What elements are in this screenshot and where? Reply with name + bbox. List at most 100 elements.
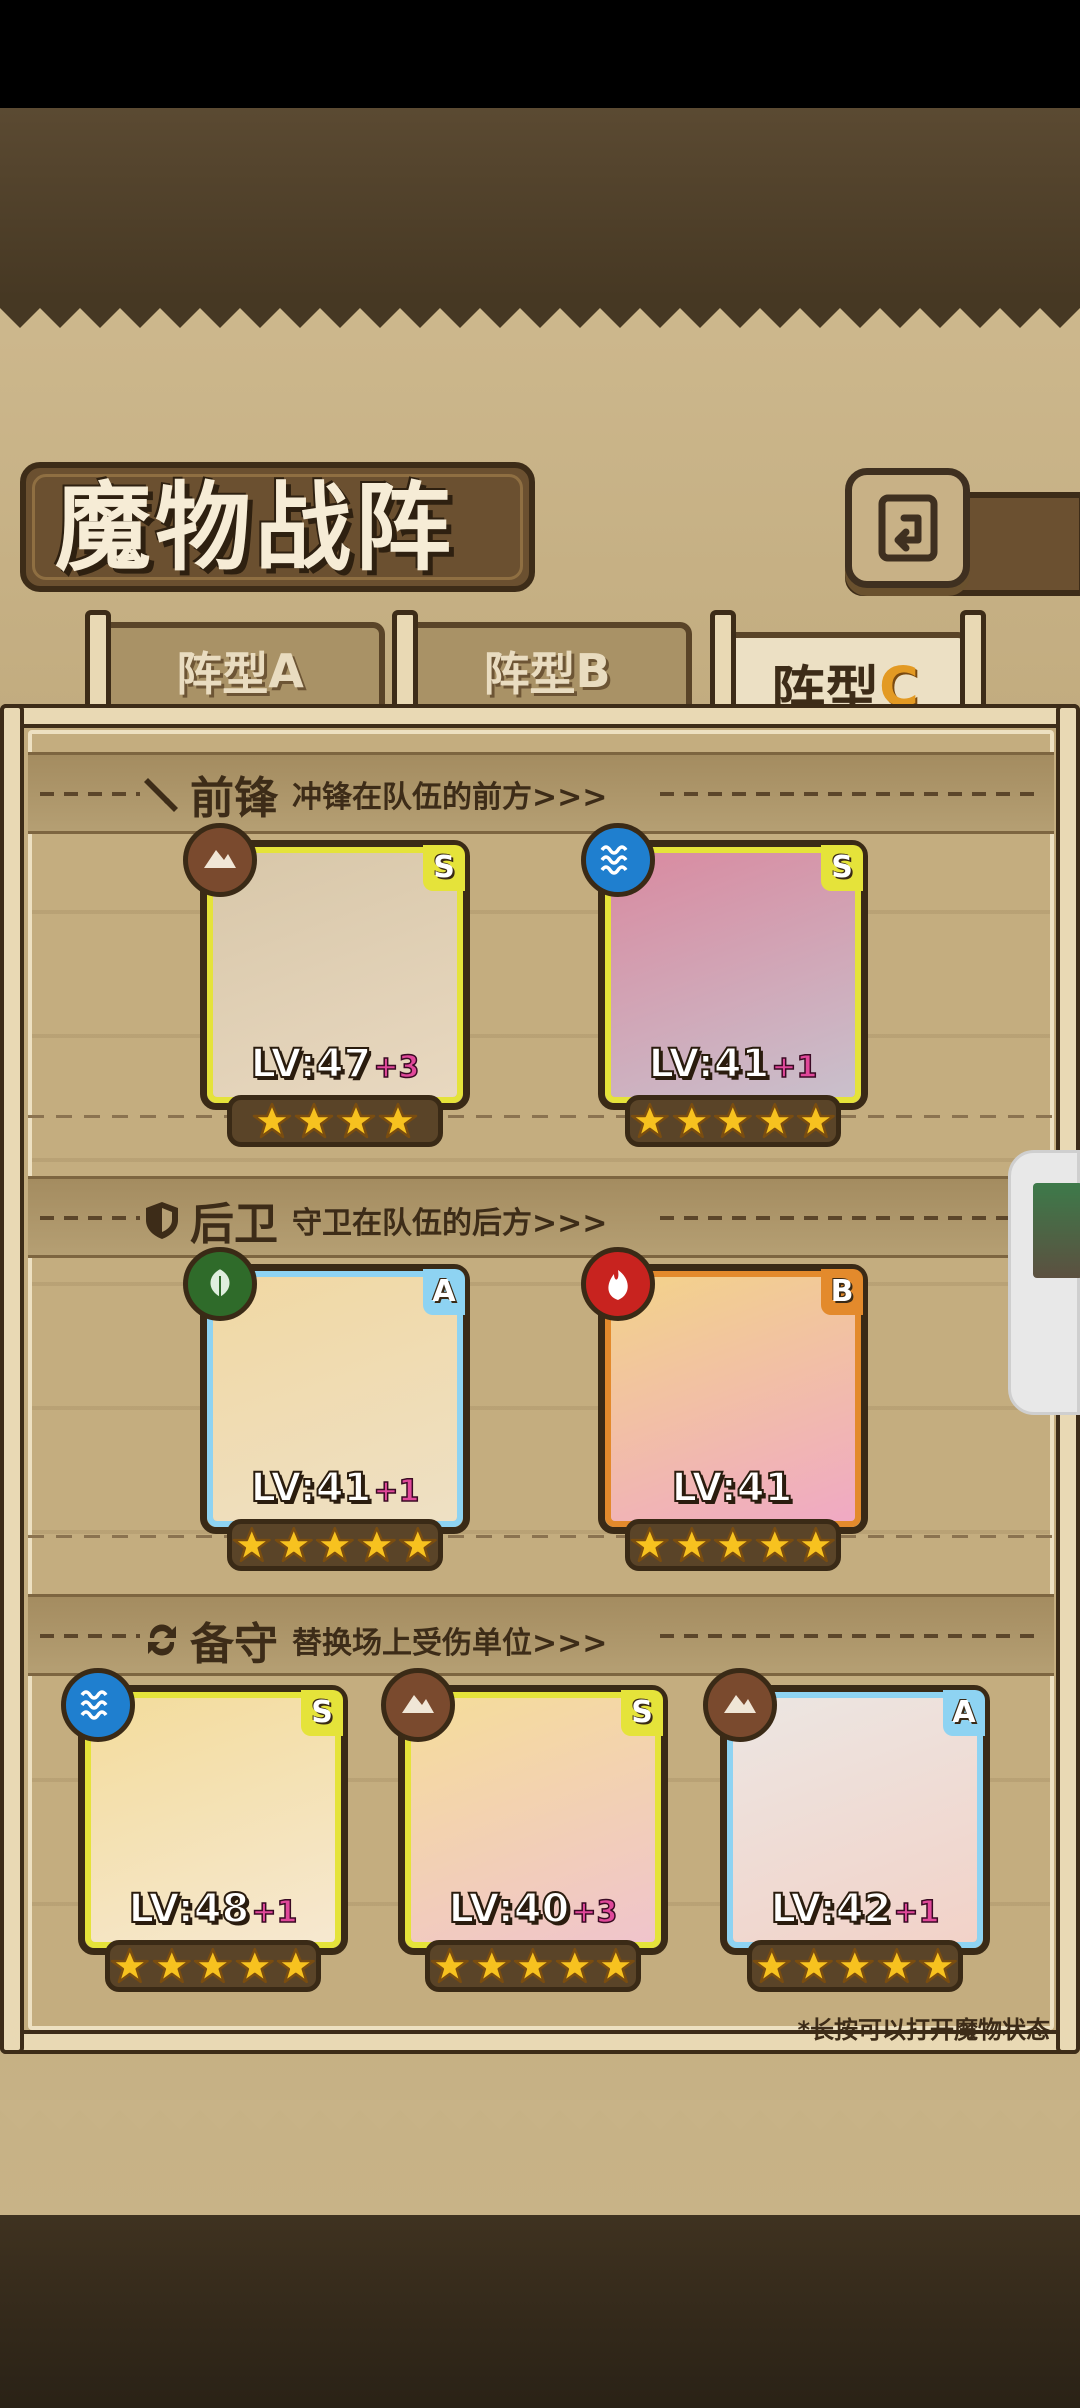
level-text: LV:41 — [250, 1464, 373, 1512]
frame-rail-top — [0, 704, 1080, 728]
star-icon — [555, 1947, 594, 1984]
star-icon — [713, 1102, 753, 1139]
level-bonus: +3 — [571, 1894, 619, 1931]
level-text: LV:41 — [648, 1040, 771, 1088]
star-icon — [755, 1102, 794, 1139]
star-rating — [425, 1940, 641, 1992]
grade-badge: A — [943, 1690, 985, 1736]
star-rating — [625, 1095, 841, 1147]
star-icon — [252, 1102, 292, 1139]
level-label: LV:42+1 — [733, 1885, 977, 1933]
star-icon — [357, 1526, 396, 1563]
earth-element-icon — [381, 1668, 455, 1742]
star-icon — [277, 1947, 316, 1984]
shield-icon — [146, 1202, 178, 1239]
level-bonus: +1 — [251, 1894, 299, 1931]
section-desc: 替换场上受伤单位>>> — [292, 1626, 608, 1661]
section-name: 后卫 — [190, 1199, 278, 1250]
section-dash — [660, 1216, 1040, 1220]
grade-badge: A — [423, 1269, 465, 1315]
tab-formation-b[interactable]: 阵型 B — [402, 622, 692, 714]
star-rating — [747, 1940, 963, 1992]
star-icon — [672, 1102, 711, 1139]
star-icon — [430, 1947, 469, 1984]
fire-element-icon — [581, 1247, 655, 1321]
level-text: LV:47 — [250, 1040, 373, 1088]
star-icon — [877, 1947, 916, 1984]
status-bar — [0, 0, 1080, 108]
level-text: LV:40 — [448, 1885, 571, 1933]
section-name: 前锋 — [190, 773, 278, 824]
monster-card-reserve-1[interactable]: LV:48+1 S — [61, 1668, 348, 1992]
level-bonus: +3 — [373, 1049, 421, 1086]
star-icon — [110, 1947, 149, 1984]
water-element-icon — [61, 1668, 135, 1742]
earth-element-icon — [703, 1668, 777, 1742]
monster-card-front-1[interactable]: LV:47+3 S — [183, 823, 470, 1147]
star-icon — [752, 1947, 791, 1984]
monster-card-rear-2[interactable]: LV:41 B — [581, 1247, 868, 1571]
monster-card-reserve-2[interactable]: LV:40+3 S — [381, 1668, 668, 1992]
monster-card-reserve-3[interactable]: LV:42+1 A — [703, 1668, 990, 1992]
map-background-top — [0, 108, 1080, 298]
earth-element-icon — [183, 823, 257, 897]
section-head-reserve: 备守 替换场上受伤单位>>> — [140, 1610, 607, 1670]
floating-side-tab[interactable] — [1008, 1150, 1080, 1415]
section-head-rear: 后卫 守卫在队伍的后方>>> — [140, 1190, 607, 1250]
monster-card-rear-1[interactable]: LV:41+1 A — [183, 1247, 470, 1571]
level-label: LV:40+3 — [411, 1885, 655, 1933]
star-icon — [672, 1526, 711, 1563]
star-icon — [399, 1526, 438, 1563]
section-name: 备守 — [190, 1619, 278, 1670]
tab-formation-a[interactable]: 阵型 A — [95, 622, 385, 714]
grade-badge: B — [821, 1269, 863, 1315]
panel-edge-top — [0, 298, 1080, 328]
star-icon — [232, 1526, 271, 1563]
section-dash — [40, 792, 140, 796]
level-label: LV:47+3 — [213, 1040, 457, 1088]
tab-letter: B — [575, 644, 611, 698]
section-desc: 冲锋在队伍的前方>>> — [292, 780, 608, 815]
section-dash — [660, 792, 1040, 796]
level-label: LV:41+1 — [611, 1040, 855, 1088]
back-button[interactable] — [845, 468, 970, 588]
star-rating — [227, 1519, 443, 1571]
level-text: LV:48 — [128, 1885, 251, 1933]
star-rating — [227, 1095, 443, 1147]
star-icon — [630, 1102, 669, 1139]
star-icon — [630, 1526, 669, 1563]
panel-edge-bottom — [0, 2100, 1080, 2130]
level-label: LV:48+1 — [91, 1885, 335, 1933]
level-text: LV:41 — [671, 1464, 794, 1512]
star-icon — [713, 1526, 753, 1563]
long-press-hint: *长按可以打开魔物状态 — [797, 2016, 1050, 2044]
tab-label: 阵型 — [176, 647, 269, 701]
star-icon — [336, 1102, 376, 1139]
grade-badge: S — [621, 1690, 663, 1736]
star-icon — [597, 1947, 636, 1984]
star-icon — [152, 1947, 191, 1984]
star-icon — [274, 1526, 313, 1563]
level-bonus: +1 — [373, 1473, 421, 1510]
section-dash — [40, 1216, 140, 1220]
row-dash — [28, 1115, 1054, 1118]
row-dash — [28, 1535, 1054, 1538]
section-dash — [40, 1634, 140, 1638]
star-rating — [625, 1519, 841, 1571]
star-rating — [105, 1940, 321, 1992]
star-icon — [472, 1947, 511, 1984]
monster-card-front-2[interactable]: LV:41+1 S — [581, 823, 868, 1147]
frame-rail-left — [0, 704, 24, 2054]
star-icon — [755, 1526, 794, 1563]
swap-icon — [148, 1624, 176, 1656]
star-icon — [193, 1947, 233, 1984]
level-text: LV:42 — [770, 1885, 893, 1933]
side-tab-thumbnail — [1033, 1183, 1080, 1278]
star-icon — [513, 1947, 553, 1984]
star-icon — [378, 1102, 418, 1139]
tab-label: 阵型 — [483, 647, 576, 701]
level-label: LV:41 — [611, 1464, 855, 1512]
sword-icon — [144, 778, 178, 812]
grade-badge: S — [423, 845, 465, 891]
star-icon — [294, 1102, 334, 1139]
